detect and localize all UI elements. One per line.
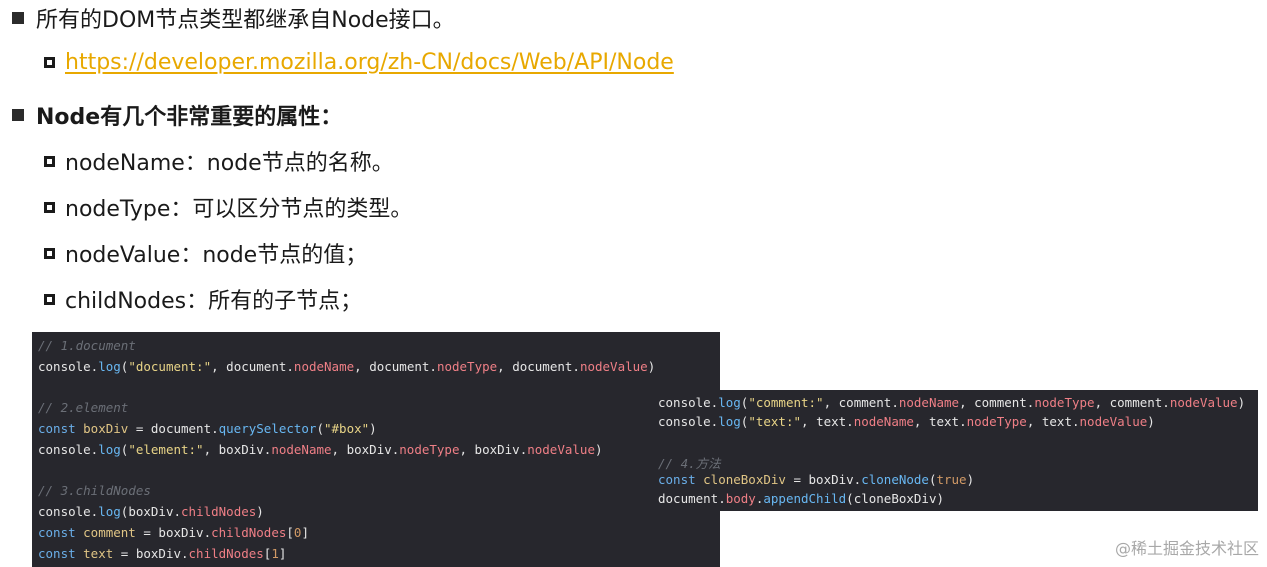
watermark: @稀土掘金技术社区 [1114,539,1259,558]
code-line: const boxDiv = document.querySelector("#… [38,421,377,436]
list-item-dom-inherit: 所有的DOM节点类型都继承自Node接口。 [12,4,455,33]
code-block-left: // 1.document console.log("document:", d… [32,332,720,567]
list-item-child-nodes: childNodes：所有的子节点； [44,285,363,314]
section-heading: Node有几个非常重要的属性： [36,105,343,130]
hollow-square-bullet-icon [44,201,55,213]
code-line: console.log("text:", text.nodeName, text… [658,414,1155,429]
square-bullet-icon [12,12,24,24]
list-item-props-title: Node有几个非常重要的属性： [12,101,343,130]
code-line: const text = boxDiv.childNodes[1] [38,546,287,561]
code-comment: // 2.element [38,400,129,415]
mdn-node-link[interactable]: https://developer.mozilla.org/zh-CN/docs… [65,50,674,75]
hollow-square-bullet-icon [44,155,55,167]
code-line: console.log("element:", boxDiv.nodeName,… [38,442,603,457]
code-line: document.body.appendChild(cloneBoxDiv) [658,491,945,506]
code-line: console.log("document:", document.nodeNa… [38,359,656,374]
code-comment: // 3.childNodes [38,483,151,498]
square-bullet-icon [12,109,24,121]
code-line: const comment = boxDiv.childNodes[0] [38,525,309,540]
list-item-mdn-link: https://developer.mozilla.org/zh-CN/docs… [44,47,674,77]
list-item-text: 所有的DOM节点类型都继承自Node接口。 [36,8,455,33]
code-line: console.log("comment:", comment.nodeName… [658,395,1246,410]
list-item-node-type: nodeType：可以区分节点的类型。 [44,193,413,222]
list-item-text: nodeName：node节点的名称。 [65,151,394,176]
code-line: console.log(boxDiv.childNodes) [38,504,264,519]
hollow-square-bullet-icon [44,247,55,259]
list-item-text: childNodes：所有的子节点； [65,289,363,314]
code-line: const cloneBoxDiv = boxDiv.cloneNode(tru… [658,472,975,487]
hollow-square-bullet-icon [44,56,55,68]
list-item-text: nodeType：可以区分节点的类型。 [65,197,413,222]
hollow-square-bullet-icon [44,293,55,305]
list-item-text: nodeValue：node节点的值； [65,243,368,268]
code-comment: // 1.document [38,338,136,353]
list-item-node-value: nodeValue：node节点的值； [44,239,368,268]
list-item-node-name: nodeName：node节点的名称。 [44,147,394,176]
code-block-right: console.log("comment:", comment.nodeName… [652,390,1258,511]
code-comment: // 4.方法 [658,456,721,471]
